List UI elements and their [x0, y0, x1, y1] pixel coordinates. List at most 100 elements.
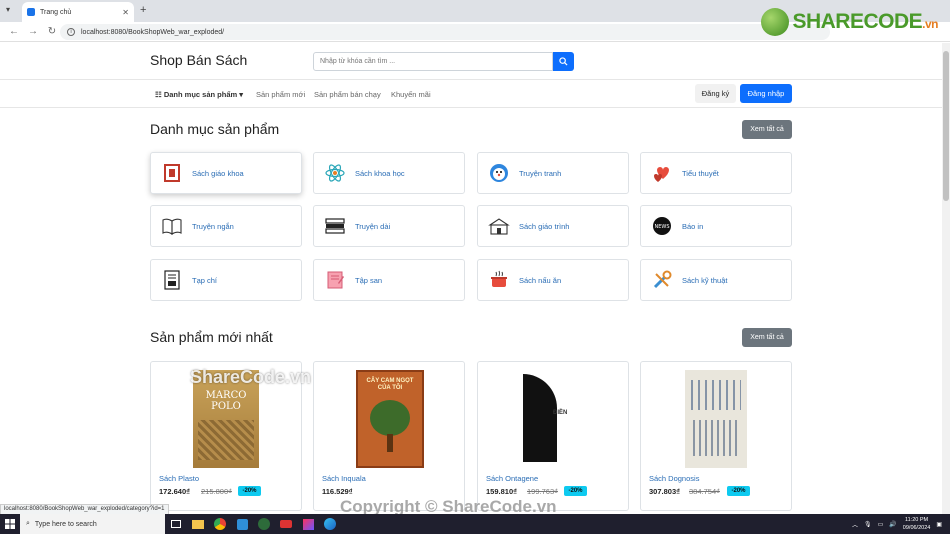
- login-button[interactable]: Đăng nhập: [740, 84, 792, 103]
- sharecode-watermark: ShareCode.vn: [190, 367, 312, 387]
- product-old-price: 384.754₫: [689, 487, 720, 496]
- category-card[interactable]: Sách giáo khoa: [150, 152, 302, 194]
- page-scrollbar[interactable]: [942, 43, 950, 514]
- notifications-icon[interactable]: ▣: [936, 521, 942, 528]
- close-tab-icon[interactable]: ✕: [122, 8, 129, 17]
- tab-search-icon[interactable]: ▾: [6, 5, 10, 14]
- svg-text:NEWS: NEWS: [654, 224, 669, 230]
- category-card[interactable]: Sách giáo trình: [477, 205, 629, 247]
- cover-title: ĐIỀN: [553, 410, 568, 416]
- chrome-icon[interactable]: [209, 514, 231, 534]
- magazine-icon: [160, 268, 184, 292]
- clock[interactable]: 11:20 PM 09/06/2024: [903, 516, 931, 532]
- logo-text: SHARECODE: [792, 10, 923, 33]
- sharecode-ball-icon: [761, 8, 790, 36]
- category-card[interactable]: Tiểu thuyết: [640, 152, 792, 194]
- intellij-icon[interactable]: [297, 514, 319, 534]
- book-stack-icon: [323, 214, 347, 238]
- category-card[interactable]: Sách nấu ăn: [477, 259, 629, 301]
- category-card[interactable]: Sách kỹ thuật: [640, 259, 792, 301]
- category-card[interactable]: Sách khoa học: [313, 152, 465, 194]
- cover-title: CÂY CAM NGỌT CỦA TÔI: [366, 378, 414, 391]
- task-view-icon[interactable]: [165, 514, 187, 534]
- categories-dropdown[interactable]: ☷ Danh mục sản phẩm ▾: [155, 90, 243, 99]
- vscode-icon[interactable]: [231, 514, 253, 534]
- news-icon: NEWS: [650, 214, 674, 238]
- discount-badge: -20%: [238, 486, 261, 496]
- chevron-up-icon[interactable]: ︿: [852, 520, 858, 529]
- category-label[interactable]: Sách nấu ăn: [519, 276, 561, 285]
- view-all-products-button[interactable]: Xem tất cả: [742, 328, 792, 347]
- site-header: Shop Bán Sách Nhập từ khóa cần tìm ...: [0, 43, 942, 80]
- nav-best-sellers[interactable]: Sản phẩm bán chạy: [314, 90, 381, 99]
- microphone-icon[interactable]: 🎙: [864, 521, 872, 528]
- atom-icon: [323, 161, 347, 185]
- category-card[interactable]: Tập san: [313, 259, 465, 301]
- discount-badge: -20%: [727, 486, 750, 496]
- comic-icon: [487, 161, 511, 185]
- product-name[interactable]: Sách Inquala: [322, 474, 366, 483]
- nav-new-products[interactable]: Sản phẩm mới: [256, 90, 305, 99]
- category-card[interactable]: Truyện tranh: [477, 152, 629, 194]
- category-label[interactable]: Truyện tranh: [519, 169, 561, 178]
- reload-icon[interactable]: ↻: [47, 26, 57, 37]
- product-name[interactable]: Sách Plasto: [159, 474, 199, 483]
- sharecode-logo: SHARECODE.vn: [761, 8, 938, 36]
- clock-date: 09/06/2024: [902, 525, 931, 531]
- view-all-categories-button[interactable]: Xem tất cả: [742, 120, 792, 139]
- system-tray: ︿ 🎙 ▭ 🔊 11:20 PM 09/06/2024 ▣: [852, 514, 942, 534]
- back-icon[interactable]: ←: [9, 26, 19, 37]
- product-name[interactable]: Sách Ontagene: [486, 474, 538, 483]
- search-icon: ⌕: [26, 520, 30, 527]
- product-card[interactable]: ĐIỀN Sách Ontagene 159.810₫ 199.763₫ -20…: [477, 361, 629, 511]
- category-label[interactable]: Báo in: [682, 222, 703, 231]
- brand-title[interactable]: Shop Bán Sách: [150, 52, 247, 68]
- categories-title: Danh mục sản phẩm: [150, 121, 280, 137]
- app-icon[interactable]: [253, 514, 275, 534]
- category-label[interactable]: Truyện ngắn: [192, 222, 234, 231]
- book-cover[interactable]: [685, 370, 747, 468]
- file-explorer-icon[interactable]: [187, 514, 209, 534]
- product-price: 159.810₫: [486, 487, 517, 496]
- cover-figures: [691, 380, 741, 410]
- category-label[interactable]: Truyện dài: [355, 222, 390, 231]
- product-card[interactable]: CÂY CAM NGỌT CỦA TÔI Sách Inquala 116.52…: [313, 361, 465, 511]
- url-text: localhost:8080/BookShopWeb_war_exploded/: [81, 28, 225, 36]
- category-label[interactable]: Sách giáo khoa: [192, 169, 244, 178]
- address-bar[interactable]: i localhost:8080/BookShopWeb_war_explode…: [60, 24, 830, 40]
- category-label[interactable]: Tạp chí: [192, 276, 217, 285]
- search-input[interactable]: Nhập từ khóa cần tìm ...: [313, 52, 553, 71]
- category-label[interactable]: Sách khoa học: [355, 169, 405, 178]
- new-tab-icon[interactable]: +: [140, 4, 146, 16]
- category-card[interactable]: Truyện dài: [313, 205, 465, 247]
- start-button[interactable]: [0, 514, 20, 534]
- browser-tab[interactable]: Trang chủ ✕: [22, 2, 134, 22]
- edge-icon[interactable]: [319, 514, 341, 534]
- cover-figures-lower: [693, 420, 739, 456]
- scrollbar-thumb[interactable]: [943, 51, 949, 201]
- category-label[interactable]: Sách giáo trình: [519, 222, 569, 231]
- taskbar-search[interactable]: ⌕ Type here to search: [20, 514, 165, 534]
- search-button[interactable]: [553, 52, 574, 71]
- hearts-icon: [650, 161, 674, 185]
- site-info-icon[interactable]: i: [67, 28, 75, 36]
- category-card[interactable]: Truyện ngắn: [150, 205, 302, 247]
- product-name[interactable]: Sách Dognosis: [649, 474, 699, 483]
- product-old-price: 199.763₫: [527, 487, 558, 496]
- book-cover[interactable]: ĐIỀN: [523, 370, 583, 468]
- category-card[interactable]: Tạp chí: [150, 259, 302, 301]
- volume-icon[interactable]: 🔊: [889, 521, 896, 528]
- nav-promotions[interactable]: Khuyến mãi: [391, 90, 431, 99]
- forward-icon[interactable]: →: [28, 26, 38, 37]
- book-cover[interactable]: CÂY CAM NGỌT CỦA TÔI: [356, 370, 424, 468]
- tools-icon: [650, 268, 674, 292]
- discount-badge: -20%: [564, 486, 587, 496]
- network-icon[interactable]: ▭: [878, 521, 884, 528]
- register-button[interactable]: Đăng ký: [695, 84, 736, 103]
- camera-icon[interactable]: [275, 514, 297, 534]
- category-label[interactable]: Tập san: [355, 276, 382, 285]
- category-card[interactable]: NEWS Báo in: [640, 205, 792, 247]
- product-card[interactable]: Sách Dognosis 307.803₫ 384.754₫ -20%: [640, 361, 792, 511]
- category-label[interactable]: Tiểu thuyết: [682, 169, 719, 178]
- category-label[interactable]: Sách kỹ thuật: [682, 276, 727, 285]
